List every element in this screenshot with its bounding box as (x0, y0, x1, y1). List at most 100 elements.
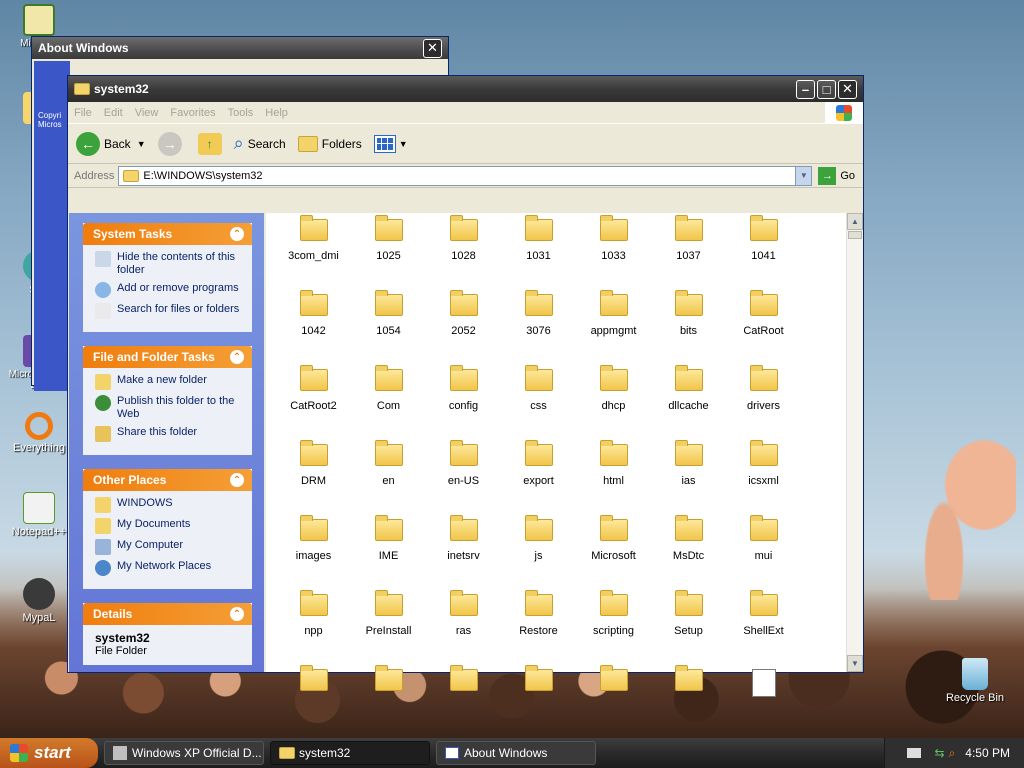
folder-item[interactable]: 1033 (576, 213, 651, 288)
folder-item[interactable]: drivers (726, 363, 801, 438)
address-input[interactable]: E:\WINDOWS\system32 ▼ (118, 165, 813, 186)
collapse-icon[interactable]: ⌃ (230, 227, 244, 241)
folder-item[interactable]: appmgmt (576, 288, 651, 363)
folder-item[interactable]: CatRoot2 (276, 363, 351, 438)
clock[interactable]: 4:50 PM (965, 746, 1010, 760)
other-places-header[interactable]: Other Places ⌃ (83, 469, 252, 491)
menu-file[interactable]: File (74, 107, 92, 119)
scroll-up-button[interactable]: ▲ (847, 213, 863, 230)
folder-item[interactable]: 1037 (651, 213, 726, 288)
menu-tools[interactable]: Tools (228, 107, 254, 119)
scroll-down-button[interactable]: ▼ (847, 655, 863, 672)
folder-item[interactable]: images (276, 513, 351, 588)
folder-item[interactable] (651, 663, 726, 738)
keyboard-icon[interactable] (906, 748, 921, 758)
place-windows[interactable]: WINDOWS (95, 497, 244, 513)
folder-item[interactable] (501, 663, 576, 738)
folder-item[interactable]: dllcache (651, 363, 726, 438)
folder-item[interactable]: css (501, 363, 576, 438)
desktop-icon[interactable]: Recycle Bin (940, 658, 1010, 704)
folder-item[interactable]: IME (351, 513, 426, 588)
task-share-folder[interactable]: Share this folder (95, 426, 244, 442)
forward-button[interactable]: → (157, 131, 186, 156)
folder-item[interactable]: 2052 (426, 288, 501, 363)
taskbar-button[interactable]: About Windows (436, 741, 596, 765)
vertical-scrollbar[interactable]: ▲ ▼ (846, 213, 863, 672)
folder-item[interactable]: CatRoot (726, 288, 801, 363)
details-header[interactable]: Details ⌃ (83, 603, 252, 625)
folder-item[interactable]: 1025 (351, 213, 426, 288)
desktop-icon[interactable]: Notepad++ (4, 492, 74, 538)
minimize-button[interactable]: – (796, 79, 815, 99)
folder-item[interactable]: html (576, 438, 651, 513)
maximize-button[interactable]: □ (817, 79, 836, 99)
task-search-files[interactable]: Search for files or folders (95, 303, 244, 319)
about-titlebar[interactable]: About Windows ✕ (32, 37, 448, 59)
folder-content[interactable]: 3com_dmi 1025 1028 1031 1033 1037 1041 1042 1054… (266, 213, 863, 697)
search-button[interactable]: ⌕ Search (234, 133, 286, 154)
menu-view[interactable]: View (135, 107, 159, 119)
folder-item[interactable] (576, 663, 651, 738)
collapse-icon[interactable]: ⌃ (230, 473, 244, 487)
folder-item[interactable]: mui (726, 513, 801, 588)
folder-item[interactable] (351, 663, 426, 738)
folder-item[interactable]: 3076 (501, 288, 576, 363)
folder-item[interactable]: 1041 (726, 213, 801, 288)
folder-item[interactable]: MsDtc (651, 513, 726, 588)
folder-item[interactable] (276, 663, 351, 738)
folder-item[interactable]: 1042 (276, 288, 351, 363)
folder-item[interactable]: DRM (276, 438, 351, 513)
desktop-icon[interactable]: MypaL (4, 578, 74, 624)
close-button[interactable]: ✕ (838, 79, 857, 99)
desktop-icon[interactable]: Everything (4, 412, 74, 454)
menu-favorites[interactable]: Favorites (170, 107, 215, 119)
explorer-window[interactable]: system32 – □ ✕ File Edit View Favorites … (67, 75, 864, 697)
address-dropdown-button[interactable]: ▼ (795, 166, 812, 185)
menu-edit[interactable]: Edit (104, 107, 123, 119)
folder-item[interactable]: 3com_dmi (276, 213, 351, 288)
place-my-computer[interactable]: My Computer (95, 539, 244, 555)
folder-item[interactable]: Setup (651, 588, 726, 663)
scroll-thumb[interactable] (848, 231, 862, 239)
folder-item[interactable]: bits (651, 288, 726, 363)
place-my-network-places[interactable]: My Network Places (95, 560, 244, 576)
folder-item[interactable]: en-US (426, 438, 501, 513)
folder-item[interactable]: en (351, 438, 426, 513)
folder-item[interactable]: inetsrv (426, 513, 501, 588)
file-folder-tasks-header[interactable]: File and Folder Tasks ⌃ (83, 346, 252, 368)
system-tasks-header[interactable]: System Tasks ⌃ (83, 223, 252, 245)
collapse-icon[interactable]: ⌃ (230, 607, 244, 621)
task-new-folder[interactable]: Make a new folder (95, 374, 244, 390)
collapse-icon[interactable]: ⌃ (230, 350, 244, 364)
folder-item[interactable]: ras (426, 588, 501, 663)
place-my-documents[interactable]: My Documents (95, 518, 244, 534)
task-hide-contents[interactable]: Hide the contents of this folder (95, 251, 244, 277)
folder-item[interactable] (726, 663, 801, 738)
folder-item[interactable]: icsxml (726, 438, 801, 513)
back-button[interactable]: ← Back ▼ (76, 131, 146, 156)
about-close-button[interactable]: ✕ (423, 38, 442, 58)
folder-item[interactable]: js (501, 513, 576, 588)
menu-help[interactable]: Help (265, 107, 288, 119)
start-button[interactable]: start (0, 738, 98, 768)
folder-item[interactable]: npp (276, 588, 351, 663)
folder-item[interactable] (426, 663, 501, 738)
up-folder-button[interactable]: ↑ (197, 132, 222, 155)
folder-item[interactable]: 1028 (426, 213, 501, 288)
folder-item[interactable]: PreInstall (351, 588, 426, 663)
task-publish-web[interactable]: Publish this folder to the Web (95, 395, 244, 421)
folder-item[interactable]: Com (351, 363, 426, 438)
folder-item[interactable]: export (501, 438, 576, 513)
views-button[interactable]: ▼ (373, 134, 408, 153)
folder-item[interactable]: 1031 (501, 213, 576, 288)
explorer-titlebar[interactable]: system32 – □ ✕ (68, 76, 863, 102)
folder-item[interactable]: Restore (501, 588, 576, 663)
task-add-remove-programs[interactable]: Add or remove programs (95, 282, 244, 298)
network-icon[interactable]: ⇆ (935, 746, 945, 760)
taskbar-button[interactable]: Windows XP Official D... (104, 741, 264, 765)
folder-item[interactable]: Microsoft (576, 513, 651, 588)
folder-item[interactable]: scripting (576, 588, 651, 663)
folder-item[interactable]: ShellExt (726, 588, 801, 663)
folder-item[interactable]: ias (651, 438, 726, 513)
folder-item[interactable]: config (426, 363, 501, 438)
